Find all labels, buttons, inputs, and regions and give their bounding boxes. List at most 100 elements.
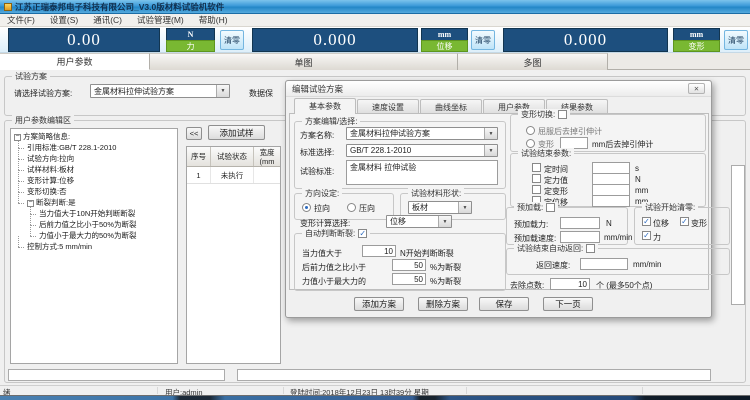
delete-scheme-button[interactable]: 删除方案: [418, 297, 468, 311]
table-row[interactable]: 1 未执行: [187, 167, 280, 184]
clear-force-checkbox[interactable]: [642, 231, 651, 240]
clear-disp-checkbox[interactable]: [642, 217, 651, 226]
fixed-time-unit: s: [635, 164, 639, 173]
tree-item[interactable]: 控制方式:5 mm/min: [11, 241, 177, 252]
menu-test-management[interactable]: 试验管理(M): [137, 14, 184, 26]
add-sample-button[interactable]: 添加试样: [208, 125, 265, 140]
break-row2-pre: 后前力值之比小于: [302, 262, 366, 273]
sample-table: 序号 试验状态 宽度 (mm 1 未执行: [186, 146, 281, 364]
break-ratio-input[interactable]: 50: [392, 259, 426, 271]
bottom-field-right[interactable]: [237, 369, 711, 381]
preload-speed-input[interactable]: [560, 231, 600, 243]
tree-item[interactable]: 引用标准:GB/T 228.1-2010: [11, 142, 177, 153]
material-shape-select[interactable]: 板材 ▼: [408, 201, 472, 214]
fixed-deform-unit: mm: [635, 186, 648, 195]
deformation-zero-button[interactable]: 清零: [724, 30, 748, 50]
status-separator: [283, 387, 284, 394]
deform-switch-checkbox[interactable]: [558, 110, 567, 119]
tree-item[interactable]: 当力值大于10N开始判断断裂: [11, 208, 177, 219]
tree-item-label: 控制方式:5 mm/min: [27, 242, 92, 251]
material-shape-value: 板材: [409, 202, 458, 213]
fixed-disp-input[interactable]: [592, 195, 630, 207]
tree-item[interactable]: 变形切换:否: [11, 186, 177, 197]
preload-title: 预加载:: [517, 202, 543, 213]
tree-item[interactable]: 后前力值之比小于50%为断裂: [11, 219, 177, 230]
break-row3-post: %为断裂: [430, 276, 461, 287]
yield-remove-radio[interactable]: [526, 126, 535, 135]
force-unit: N: [166, 28, 215, 40]
tension-radio[interactable]: [302, 203, 311, 212]
remove-points-input[interactable]: 10: [550, 278, 590, 290]
preload-force-input[interactable]: [560, 217, 600, 229]
tree-item-label: 试验方向:拉向: [27, 154, 74, 163]
force-zero-button[interactable]: 清零: [220, 30, 244, 50]
add-scheme-button[interactable]: 添加方案: [354, 297, 404, 311]
preload-force-unit: N: [606, 219, 612, 228]
tree-root-label: 方案简略信息:: [23, 132, 70, 141]
edit-scheme-dialog: 编辑试验方案 ✕ 基本参数 速度设置 曲线坐标 用户参数 结果参数 方案编辑/选…: [285, 80, 712, 318]
displacement-zero-button[interactable]: 清零: [471, 30, 495, 50]
tab-user-params[interactable]: 用户参数: [0, 53, 150, 70]
dialog-tab-basic[interactable]: 基本参数: [294, 98, 356, 114]
chevron-down-icon: ▼: [438, 216, 451, 227]
col-status: 试验状态: [211, 147, 254, 166]
break-row2-post: %为断裂: [430, 262, 461, 273]
return-speed-input[interactable]: [580, 258, 628, 270]
fixed-force-checkbox[interactable]: [532, 174, 541, 183]
preload-title-wrap: 预加载:: [514, 202, 558, 213]
scheme-select-value: 金属材料拉伸试验方案: [91, 85, 216, 97]
deform-calc-select[interactable]: 位移 ▼: [386, 215, 452, 228]
app-icon: [4, 3, 12, 11]
start-clear-title: 试验开始清零:: [642, 202, 698, 213]
menu-help[interactable]: 帮助(H): [199, 14, 228, 26]
tree-item[interactable]: 试验方向:拉向: [11, 153, 177, 164]
standard-select[interactable]: GB/T 228.1-2010 ▼: [346, 144, 498, 157]
menu-file[interactable]: 文件(F): [7, 14, 35, 26]
scheme-name-select[interactable]: 金属材料拉伸试验方案 ▼: [346, 127, 498, 140]
dialog-tab-curve[interactable]: 曲线坐标: [420, 99, 482, 114]
scheme-group-title: 试验方案: [12, 71, 50, 82]
scheme-select[interactable]: 金属材料拉伸试验方案 ▼: [90, 84, 230, 98]
deform-remove-radio[interactable]: [526, 139, 535, 148]
chevron-down-icon: ▼: [458, 202, 471, 213]
menu-settings[interactable]: 设置(S): [50, 14, 78, 26]
close-icon[interactable]: ✕: [688, 83, 705, 94]
dialog-tab-speed[interactable]: 速度设置: [357, 99, 419, 114]
tree-root[interactable]: 方案简略信息:: [11, 131, 177, 142]
scheme-summary-tree[interactable]: 方案简略信息: 引用标准:GB/T 228.1-2010 试验方向:拉向 试样材…: [10, 128, 178, 364]
end-params-title: 试验结束参数:: [518, 148, 574, 159]
clear-disp-label: 位移: [653, 218, 669, 229]
tab-multi-chart[interactable]: 多图: [458, 53, 608, 70]
compression-radio[interactable]: [347, 203, 356, 212]
break-force-input[interactable]: 10: [362, 245, 396, 257]
tab-single-chart[interactable]: 单图: [150, 53, 458, 70]
save-button[interactable]: 保存: [479, 297, 529, 311]
tree-item[interactable]: 试样材料:板材: [11, 164, 177, 175]
tree-item-break-judge[interactable]: 断裂判断:是: [11, 197, 177, 208]
collapse-panel-button[interactable]: <<: [186, 127, 202, 140]
preload-checkbox[interactable]: [546, 203, 555, 212]
fixed-time-checkbox[interactable]: [532, 163, 541, 172]
tree-item[interactable]: 变形计算:位移: [11, 175, 177, 186]
next-page-button[interactable]: 下一页: [543, 297, 593, 311]
break-maxpct-input[interactable]: 50: [392, 273, 426, 285]
auto-return-checkbox[interactable]: [586, 244, 595, 253]
test-standard-input[interactable]: 金属材料 拉伸试验: [346, 160, 498, 185]
displacement-readout: 0.000: [252, 28, 418, 52]
collapse-icon[interactable]: [14, 134, 21, 141]
auto-break-checkbox[interactable]: [358, 229, 367, 238]
cell-index: 1: [187, 167, 211, 183]
tree-item[interactable]: 力值小于最大力的50%为断裂: [11, 230, 177, 241]
taskbar-strip: [0, 395, 750, 400]
menu-communication[interactable]: 通讯(C): [93, 14, 122, 26]
clear-deform-checkbox[interactable]: [680, 217, 689, 226]
collapse-icon[interactable]: [27, 200, 34, 207]
tree-item-label: 断裂判断:是: [36, 198, 76, 207]
fixed-deform-checkbox[interactable]: [532, 185, 541, 194]
yield-remove-label: 屈服后去掉引伸计: [538, 126, 602, 137]
tree-item-label: 变形切换:否: [27, 187, 67, 196]
break-row1-post: N开始判断断裂: [400, 248, 454, 259]
bottom-field-left[interactable]: [8, 369, 225, 381]
standard-select-label: 标准选择:: [300, 147, 334, 158]
tree-item-label: 当力值大于10N开始判断断裂: [39, 209, 135, 218]
